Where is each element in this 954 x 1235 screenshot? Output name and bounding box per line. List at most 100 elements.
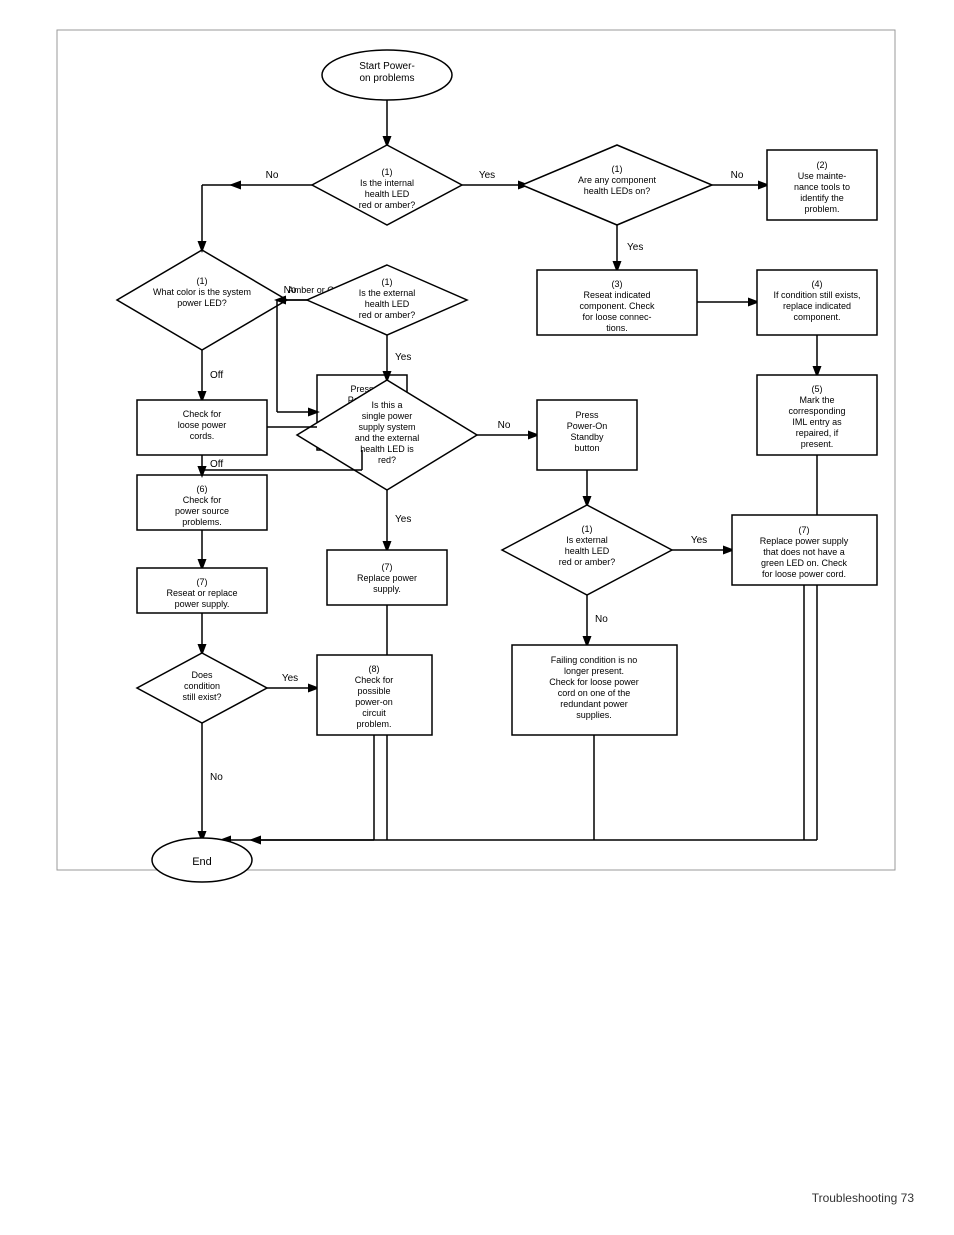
svg-text:No: No	[284, 285, 297, 296]
svg-text:for loose power cord.: for loose power cord.	[762, 569, 846, 579]
svg-text:Start Power-: Start Power-	[359, 61, 415, 72]
svg-text:Use mainte-: Use mainte-	[798, 171, 847, 181]
svg-text:IML entry as: IML entry as	[792, 417, 842, 427]
svg-text:supply system: supply system	[358, 422, 415, 432]
svg-text:cords.: cords.	[190, 431, 215, 441]
svg-text:Is this a: Is this a	[371, 400, 402, 410]
svg-text:green LED on. Check: green LED on. Check	[761, 558, 848, 568]
svg-text:(2): (2)	[817, 160, 828, 170]
svg-text:No: No	[731, 170, 744, 181]
svg-text:Mark the: Mark the	[799, 395, 834, 405]
svg-text:longer present.: longer present.	[564, 666, 624, 676]
svg-text:(7): (7)	[382, 562, 393, 572]
svg-text:Yes: Yes	[627, 242, 643, 253]
footer-text: Troubleshooting 73	[812, 1191, 914, 1205]
svg-text:possible: possible	[357, 686, 390, 696]
svg-text:Replace power: Replace power	[357, 573, 417, 583]
svg-text:health LED: health LED	[365, 189, 410, 199]
svg-text:circuit: circuit	[362, 708, 386, 718]
svg-text:Yes: Yes	[691, 535, 707, 546]
svg-text:No: No	[266, 170, 279, 181]
svg-text:for loose connec-: for loose connec-	[582, 312, 651, 322]
svg-text:power LED?: power LED?	[177, 298, 227, 308]
svg-text:supplies.: supplies.	[576, 710, 612, 720]
svg-text:red?: red?	[378, 455, 396, 465]
svg-text:Does: Does	[191, 670, 213, 680]
svg-text:health LEDs on?: health LEDs on?	[584, 186, 651, 196]
svg-text:(7): (7)	[197, 577, 208, 587]
svg-text:Yes: Yes	[395, 514, 411, 525]
svg-text:Check for: Check for	[183, 495, 222, 505]
svg-text:Failing condition is no: Failing condition is no	[551, 655, 638, 665]
svg-text:tions.: tions.	[606, 323, 628, 333]
svg-text:power source: power source	[175, 506, 229, 516]
svg-text:button: button	[574, 443, 599, 453]
svg-text:condition: condition	[184, 681, 220, 691]
svg-text:power-on: power-on	[355, 697, 393, 707]
svg-text:problems.: problems.	[182, 517, 222, 527]
svg-text:Check for: Check for	[183, 409, 222, 419]
svg-text:Is the external: Is the external	[359, 288, 416, 298]
svg-text:Reseat indicated: Reseat indicated	[583, 290, 650, 300]
svg-text:Off: Off	[210, 459, 223, 470]
svg-text:Is external: Is external	[566, 535, 608, 545]
svg-text:(1): (1)	[382, 167, 393, 177]
svg-text:(4): (4)	[812, 279, 823, 289]
svg-text:that does not have a: that does not have a	[763, 547, 845, 557]
page: Start Power- on problems (1) Is the inte…	[0, 0, 954, 1235]
svg-text:replace indicated: replace indicated	[783, 301, 851, 311]
svg-text:component.: component.	[793, 312, 840, 322]
svg-text:health LED: health LED	[365, 299, 410, 309]
svg-text:Yes: Yes	[479, 170, 495, 181]
svg-text:Press: Press	[575, 410, 599, 420]
svg-text:Are any component: Are any component	[578, 175, 657, 185]
svg-text:Power-On: Power-On	[567, 421, 608, 431]
svg-text:No: No	[595, 614, 608, 625]
flowchart-svg: Start Power- on problems (1) Is the inte…	[47, 20, 907, 940]
svg-text:still exist?: still exist?	[182, 692, 221, 702]
svg-text:Off: Off	[210, 370, 223, 381]
svg-text:supply.: supply.	[373, 584, 401, 594]
svg-text:red or amber?: red or amber?	[559, 557, 616, 567]
svg-text:single power: single power	[362, 411, 413, 421]
svg-text:If condition still exists,: If condition still exists,	[773, 290, 860, 300]
svg-text:Check for: Check for	[355, 675, 394, 685]
svg-text:(6): (6)	[197, 484, 208, 494]
svg-text:(3): (3)	[612, 279, 623, 289]
svg-text:red or amber?: red or amber?	[359, 310, 416, 320]
svg-text:(1): (1)	[612, 164, 623, 174]
svg-text:red or amber?: red or amber?	[359, 200, 416, 210]
svg-text:repaired, if: repaired, if	[796, 428, 839, 438]
svg-text:identify the: identify the	[800, 193, 844, 203]
svg-text:problem.: problem.	[356, 719, 391, 729]
svg-text:cord on one of the: cord on one of the	[558, 688, 631, 698]
svg-text:Is the internal: Is the internal	[360, 178, 414, 188]
svg-text:Standby: Standby	[570, 432, 604, 442]
svg-text:redundant power: redundant power	[560, 699, 628, 709]
flowchart-container: Start Power- on problems (1) Is the inte…	[47, 20, 907, 940]
svg-text:on problems: on problems	[359, 73, 414, 84]
svg-text:(1): (1)	[197, 276, 208, 286]
svg-text:component. Check: component. Check	[579, 301, 655, 311]
svg-text:present.: present.	[801, 439, 834, 449]
svg-text:and the external: and the external	[355, 433, 420, 443]
svg-text:No: No	[498, 420, 511, 431]
page-footer: Troubleshooting 73	[812, 1191, 914, 1205]
svg-text:health LED: health LED	[565, 546, 610, 556]
svg-text:problem.: problem.	[804, 204, 839, 214]
svg-text:Reseat or replace: Reseat or replace	[166, 588, 237, 598]
svg-text:(1): (1)	[382, 277, 393, 287]
svg-text:What color is the system: What color is the system	[153, 287, 251, 297]
svg-text:Yes: Yes	[282, 673, 298, 684]
svg-text:(1): (1)	[582, 524, 593, 534]
svg-text:(5): (5)	[812, 384, 823, 394]
svg-text:End: End	[192, 856, 212, 868]
svg-text:Check for loose power: Check for loose power	[549, 677, 639, 687]
svg-text:nance tools to: nance tools to	[794, 182, 850, 192]
svg-text:corresponding: corresponding	[788, 406, 845, 416]
svg-text:(7): (7)	[799, 525, 810, 535]
svg-text:(8): (8)	[369, 664, 380, 674]
svg-text:health LED is: health LED is	[360, 444, 414, 454]
svg-text:Replace power supply: Replace power supply	[760, 536, 849, 546]
svg-text:loose power: loose power	[178, 420, 227, 430]
